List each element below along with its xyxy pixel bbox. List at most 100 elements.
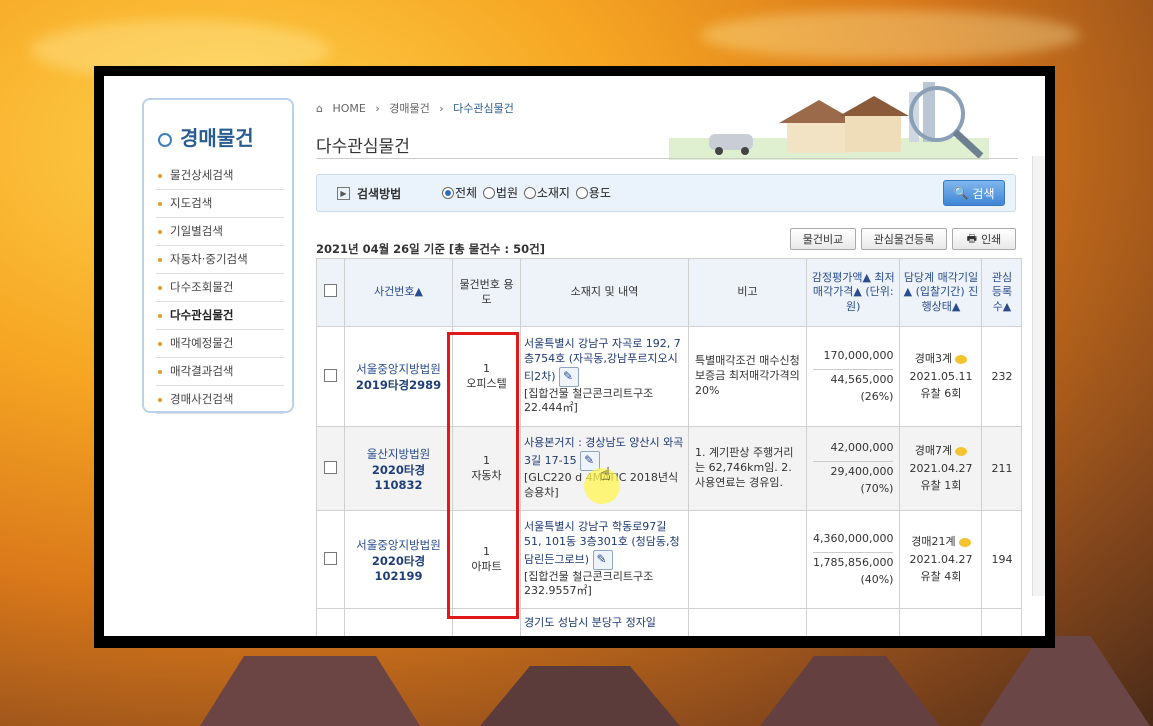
cloud xyxy=(700,10,1080,60)
results-table: 사건번호▲ 물건번호 용도 소재지 및 내역 비고 감정평가액▲ 최저매각가격▲… xyxy=(316,258,1023,636)
table-row: 서울중앙지방법원 2019타경2989 1 오피스텔 서울특별시 강남구 자곡로 1… xyxy=(316,326,1023,427)
address-link[interactable]: 사용본거지 : 경상남도 양산시 와곡3길 17-15 xyxy=(524,436,683,467)
row-checkbox[interactable] xyxy=(324,368,337,382)
home-icon: ⌂ xyxy=(316,102,323,115)
radio-location[interactable]: 소재지 xyxy=(523,184,570,201)
status-cell: 경매21계 2021.04.27 유찰 4회 xyxy=(899,510,983,609)
row-select-cell xyxy=(316,326,345,427)
department: 경매7계 xyxy=(914,444,953,458)
browser-screen: 경매물건 물건상세검색 지도검색 기일별검색 자동차·중기검색 다수조회물건 다… xyxy=(104,76,1045,636)
table-row: 울산지방법원 2020타경110832 1 자동차 사용본거지 : 경상남도 양산시… xyxy=(316,426,1023,511)
radio-all-label: 전체 xyxy=(455,186,478,200)
appraisal-value: 170,000,000 xyxy=(823,348,894,362)
result-summary: 2021년 04월 26일 기준 [총 물건수 : 50건] xyxy=(316,242,545,256)
case-cell[interactable] xyxy=(344,608,453,636)
case-number[interactable]: 2019타경2989 xyxy=(348,377,449,393)
search-button-label: 검색 xyxy=(972,186,995,201)
breadcrumb-current[interactable]: 다수관심물건 xyxy=(453,102,514,115)
table-row: 서울중앙지방법원 2020타경102199 1 아파트 서울특별시 강남구 학동로9… xyxy=(316,510,1023,609)
case-number-header[interactable]: 사건번호▲ xyxy=(344,258,453,327)
interest-count: 211 xyxy=(981,426,1023,511)
price-header[interactable]: 감정평가액▲ 최저매각가격▲ (단위:원) xyxy=(805,258,901,327)
court-name: 서울중앙지방법원 xyxy=(356,537,441,552)
sidebar-item-most-viewed[interactable]: 다수조회물건 xyxy=(156,274,284,302)
radio-all[interactable]: 전체 xyxy=(442,184,477,201)
radio-selected-icon xyxy=(442,186,454,199)
address-link[interactable]: 서울특별시 강남구 자곡로 192, 7층754호 (자곡동,강남푸르지오시티2… xyxy=(524,337,681,383)
sidebar-title: 경매물건 xyxy=(158,122,254,151)
search-button[interactable]: 🔍 검색 xyxy=(943,180,1005,206)
location-cell: 서울특별시 강남구 자곡로 192, 7층754호 (자곡동,강남푸르지오시티2… xyxy=(520,326,689,427)
note-cell xyxy=(688,510,807,609)
sidebar: 경매물건 물건상세검색 지도검색 기일별검색 자동차·중기검색 다수조회물건 다… xyxy=(142,98,294,414)
status-cell: 경매7계 2021.04.27 유찰 1회 xyxy=(899,426,983,511)
select-all-checkbox[interactable] xyxy=(324,283,337,297)
sidebar-item-case-search[interactable]: 경매사건검색 xyxy=(156,386,284,414)
location-cell: 서울특별시 강남구 학동로97길 51, 101동 3층301호 (청담동,청담… xyxy=(520,510,689,609)
print-button[interactable]: 🖶 인쇄 xyxy=(952,228,1016,250)
speech-bubble-icon[interactable] xyxy=(955,354,968,364)
arrow-right-icon: ▶ xyxy=(337,187,350,200)
radio-usage[interactable]: 용도 xyxy=(575,184,611,201)
sidebar-item-date-search[interactable]: 기일별검색 xyxy=(156,218,284,246)
sidebar-item-sale-results[interactable]: 매각결과검색 xyxy=(156,358,284,386)
row-checkbox[interactable] xyxy=(324,460,337,474)
table-row: 경기도 성남시 분당구 정자일 xyxy=(316,608,1023,636)
price-cell: 170,000,000 44,565,000 (26%) xyxy=(805,326,901,427)
interest-count xyxy=(981,608,1023,636)
appraisal-value: 42,000,000 xyxy=(830,440,894,454)
radio-icon xyxy=(523,186,536,199)
price-divider xyxy=(813,461,894,463)
sidebar-item-vehicle-search[interactable]: 자동차·중기검색 xyxy=(156,246,284,274)
interest-count-header[interactable]: 관심 등록 수▲ xyxy=(981,258,1023,327)
price-cell: 4,360,000,000 1,785,856,000 (40%) xyxy=(805,510,901,609)
sidebar-item-map-search[interactable]: 지도검색 xyxy=(156,190,284,218)
search-bar: ▶ 검색방법 전체 법원 소재지 용도 🔍 검색 xyxy=(316,174,1016,212)
sale-date: 2021.04.27 xyxy=(909,552,973,566)
breadcrumb-auction-items[interactable]: 경매물건 xyxy=(389,102,429,115)
progress-status: 유찰 4회 xyxy=(920,570,962,584)
search-icon: 🔍 xyxy=(953,186,969,200)
location-cell[interactable]: 경기도 성남시 분당구 정자일 xyxy=(520,608,689,636)
page-title: 다수관심물건 xyxy=(316,137,410,157)
note-cell: 1. 계기판상 주행거리는 62,746km임. 2. 사용연료는 경유임. xyxy=(688,426,807,511)
sale-date-header[interactable]: 담당계 매각기일▲ (입찰기간) 진행상태▲ xyxy=(899,258,983,327)
case-cell[interactable]: 서울중앙지방법원 2020타경102199 xyxy=(344,510,453,609)
price-cell xyxy=(805,608,901,636)
sale-date: 2021.04.27 xyxy=(909,461,973,475)
progress-status: 유찰 1회 xyxy=(920,479,962,493)
case-cell[interactable]: 서울중앙지방법원 2019타경2989 xyxy=(344,326,453,427)
minimum-price: 1,785,856,000 xyxy=(813,556,894,570)
note-cell: 특별매각조건 매수신청보증금 최저매각가격의 20% xyxy=(688,326,807,427)
sidebar-item-detail-search[interactable]: 물건상세검색 xyxy=(156,162,284,190)
status-cell: 경매3계 2021.05.11 유찰 6회 xyxy=(899,326,983,427)
court-name: 울산지방법원 xyxy=(366,446,431,461)
case-cell[interactable]: 울산지방법원 2020타경110832 xyxy=(344,426,453,511)
scrollbar[interactable] xyxy=(1032,156,1045,596)
radio-court[interactable]: 법원 xyxy=(482,184,518,201)
sidebar-item-upcoming-sale[interactable]: 매각예정물건 xyxy=(156,330,284,358)
map-icon[interactable] xyxy=(592,549,613,570)
search-method-label: 검색방법 xyxy=(357,187,402,201)
row-checkbox[interactable] xyxy=(324,551,337,565)
radio-icon xyxy=(482,186,495,199)
case-number[interactable]: 2020타경102199 xyxy=(348,553,449,583)
breadcrumb-separator: › xyxy=(439,102,444,115)
title-divider xyxy=(316,158,1018,159)
compare-button[interactable]: 물건비교 xyxy=(790,228,856,250)
interest-count: 194 xyxy=(981,510,1023,609)
breadcrumb-home[interactable]: HOME xyxy=(332,102,365,115)
breadcrumb-separator: › xyxy=(375,102,380,115)
department: 경매21계 xyxy=(911,535,956,549)
speech-bubble-icon[interactable] xyxy=(955,446,968,456)
radio-location-label: 소재지 xyxy=(536,186,570,200)
progress-status: 유찰 6회 xyxy=(920,387,962,401)
sidebar-item-most-interest[interactable]: 다수관심물건 xyxy=(156,302,284,330)
printer-icon: 🖶 xyxy=(966,231,978,245)
register-interest-button[interactable]: 관심물건등록 xyxy=(861,228,947,250)
map-icon[interactable] xyxy=(559,366,580,387)
case-number[interactable]: 2020타경110832 xyxy=(348,462,449,492)
speech-bubble-icon[interactable] xyxy=(958,537,971,547)
breadcrumb: ⌂ HOME › 경매물건 › 다수관심물건 xyxy=(316,100,520,116)
row-select-cell xyxy=(316,510,345,609)
